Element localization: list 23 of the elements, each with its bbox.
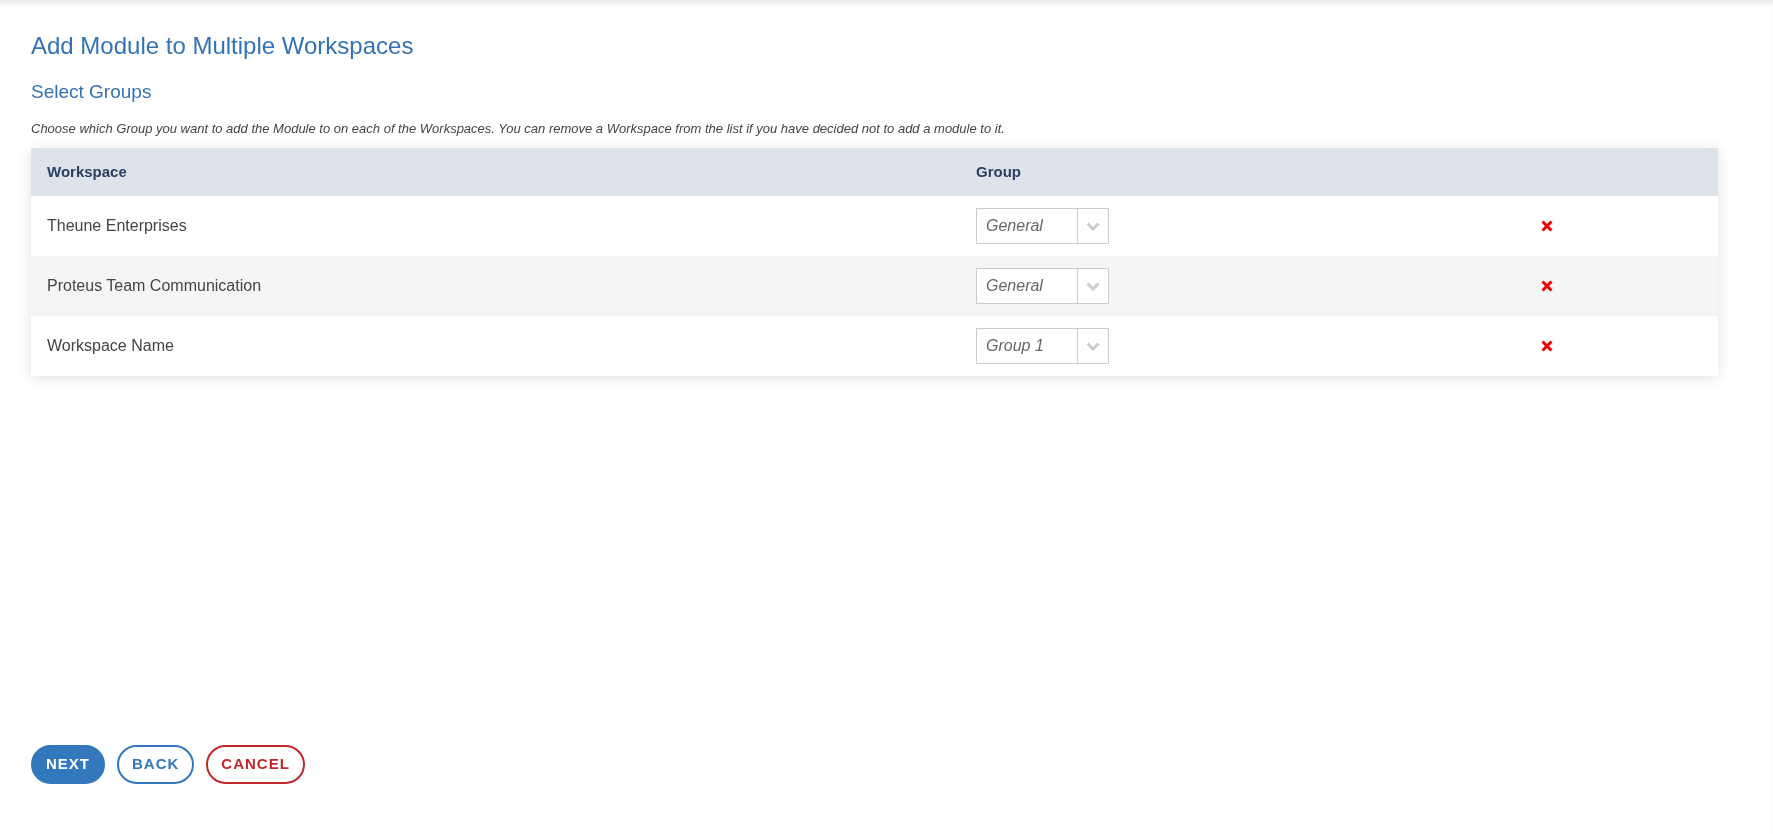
instructions-text: Choose which Group you want to add the Module to on each of the Workspaces. You can remove a Workspace from the list if you have decided not to add a module to it. <box>31 119 1005 138</box>
action-button[interactable]: CANCEL <box>206 745 305 784</box>
group-dropdown[interactable]: General <box>976 268 1109 304</box>
remove-button[interactable] <box>1540 279 1554 293</box>
page-title: Add Module to Multiple Workspaces <box>31 31 414 61</box>
group-dropdown[interactable]: General <box>976 208 1109 244</box>
remove-button[interactable] <box>1540 339 1554 353</box>
column-header: Group <box>976 163 1021 180</box>
section-subtitle: Select Groups <box>31 80 152 104</box>
remove-button[interactable] <box>1540 219 1554 233</box>
close-icon <box>1541 280 1553 292</box>
workspace-name: Theune Enterprises <box>47 217 187 234</box>
chevron-down-icon <box>1086 341 1100 351</box>
workspace-name: Proteus Team Communication <box>47 277 262 294</box>
workspace-name: Workspace Name <box>47 337 174 354</box>
close-icon <box>1541 340 1553 352</box>
action-button[interactable]: NEXT <box>31 745 105 784</box>
chevron-down-icon <box>1086 221 1100 231</box>
close-icon <box>1541 220 1553 232</box>
chevron-down-icon <box>1086 281 1100 291</box>
column-header: Workspace <box>47 163 127 180</box>
action-button[interactable]: BACK <box>117 745 195 784</box>
group-dropdown[interactable]: Group 1 <box>976 328 1109 364</box>
